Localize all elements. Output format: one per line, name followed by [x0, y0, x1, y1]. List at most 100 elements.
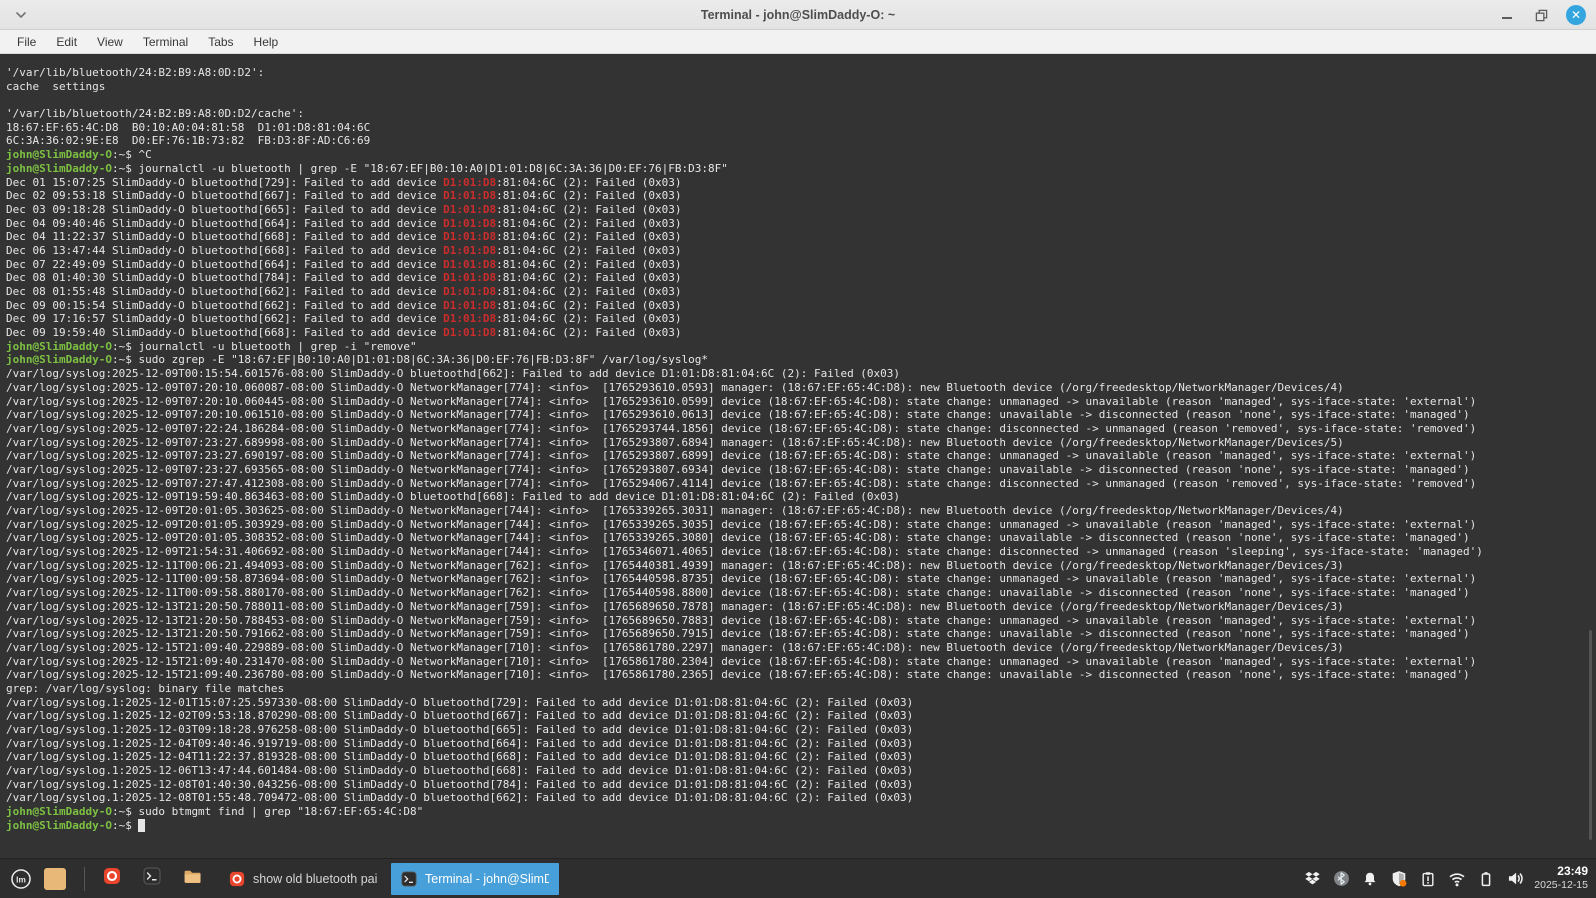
taskbar-window-label: Terminal - john@SlimDadd...: [425, 872, 549, 886]
terminal-line: Dec 02 09:53:18 SlimDaddy-O bluetoothd[6…: [6, 189, 1483, 203]
taskbar-window-label: show old bluetooth pairin...: [253, 872, 377, 886]
terminal-cursor: [138, 819, 145, 832]
menu-item-terminal[interactable]: Terminal: [134, 33, 197, 51]
terminal-line: /var/log/syslog.1:2025-12-03T09:18:28.97…: [6, 723, 1483, 737]
terminal-line: /var/log/syslog:2025-12-13T21:20:50.7884…: [6, 614, 1483, 628]
window-controls: ✕: [1498, 0, 1586, 30]
minimize-button[interactable]: [1498, 6, 1516, 24]
terminal-line: /var/log/syslog:2025-12-11T00:09:58.8736…: [6, 572, 1483, 586]
panel-separator: [84, 867, 85, 891]
menu-bar: FileEditViewTerminalTabsHelp: [0, 30, 1596, 54]
terminal-line: grep: /var/log/syslog: binary file match…: [6, 682, 1483, 696]
mint-logo-icon: lm: [10, 868, 32, 890]
file-manager-launcher-button[interactable]: [179, 866, 205, 892]
clock-time: 23:49: [1534, 864, 1588, 879]
terminal-line: john@SlimDaddy-O:~$ sudo zgrep -E "18:67…: [6, 353, 1483, 367]
terminal-line: Dec 01 15:07:25 SlimDaddy-O bluetoothd[7…: [6, 176, 1483, 190]
terminal-line: /var/log/syslog.1:2025-12-01T15:07:25.59…: [6, 696, 1483, 710]
restore-icon: [1535, 9, 1548, 22]
scrollbar[interactable]: [1589, 630, 1592, 840]
terminal-line: /var/log/syslog.1:2025-12-04T11:22:37.81…: [6, 750, 1483, 764]
clock-date: 2025-12-15: [1534, 879, 1588, 892]
terminal-line: Dec 08 01:40:30 SlimDaddy-O bluetoothd[7…: [6, 271, 1483, 285]
terminal-line: cache settings: [6, 80, 1483, 94]
terminal-line: /var/log/syslog:2025-12-09T07:23:27.6901…: [6, 449, 1483, 463]
terminal-line: '/var/lib/bluetooth/24:B2:B9:A8:0D:D2':: [6, 66, 1483, 80]
browser-icon: [229, 871, 245, 887]
battery-icon[interactable]: [1477, 870, 1495, 888]
notifications-bell-icon[interactable]: [1361, 870, 1379, 888]
terminal-line: Dec 09 17:16:57 SlimDaddy-O bluetoothd[6…: [6, 312, 1483, 326]
terminal-line: /var/log/syslog:2025-12-09T19:59:40.8634…: [6, 490, 1483, 504]
quick-launchers: [99, 866, 205, 892]
terminal-line: /var/log/syslog.1:2025-12-08T01:40:30.04…: [6, 778, 1483, 792]
terminal-line: john@SlimDaddy-O:~$: [6, 819, 1483, 833]
terminal-icon: [401, 871, 417, 887]
clock[interactable]: 23:49 2025-12-15: [1534, 864, 1588, 892]
terminal-line: /var/log/syslog:2025-12-09T07:20:10.0615…: [6, 408, 1483, 422]
menu-item-file[interactable]: File: [8, 33, 45, 51]
terminal-line: john@SlimDaddy-O:~$ sudo btmgmt find | g…: [6, 805, 1483, 819]
window-titlebar[interactable]: Terminal - john@SlimDaddy-O: ~ ✕: [0, 0, 1596, 30]
start-menu-button[interactable]: lm: [6, 864, 36, 894]
wifi-icon[interactable]: [1448, 870, 1466, 888]
terminal-line: /var/log/syslog:2025-12-09T07:22:24.1862…: [6, 422, 1483, 436]
terminal-line: /var/log/syslog:2025-12-09T20:01:05.3083…: [6, 531, 1483, 545]
desktop: Terminal - john@SlimDaddy-O: ~ ✕ FileEdi…: [0, 0, 1596, 898]
terminal-output: '/var/lib/bluetooth/24:B2:B9:A8:0D:D2':c…: [6, 66, 1483, 833]
terminal-line: Dec 04 11:22:37 SlimDaddy-O bluetoothd[6…: [6, 230, 1483, 244]
update-shield-icon[interactable]: [1390, 870, 1408, 888]
restore-button[interactable]: [1532, 6, 1550, 24]
terminal-line: /var/log/syslog:2025-12-09T07:27:47.4123…: [6, 477, 1483, 491]
show-desktop-button[interactable]: [44, 868, 66, 890]
terminal-line: /var/log/syslog:2025-12-09T07:20:10.0600…: [6, 381, 1483, 395]
terminal-viewport[interactable]: '/var/lib/bluetooth/24:B2:B9:A8:0D:D2':c…: [0, 54, 1596, 858]
clipboard-alert-icon[interactable]: [1419, 870, 1437, 888]
file-manager-launcher-icon: [183, 867, 202, 891]
terminal-line: /var/log/syslog:2025-12-09T00:15:54.6015…: [6, 367, 1483, 381]
terminal-line: Dec 03 09:18:28 SlimDaddy-O bluetoothd[6…: [6, 203, 1483, 217]
terminal-line: Dec 06 13:47:44 SlimDaddy-O bluetoothd[6…: [6, 244, 1483, 258]
taskbar-window-button[interactable]: Terminal - john@SlimDadd...: [391, 863, 559, 895]
terminal-launcher-button[interactable]: [139, 866, 165, 892]
terminal-line: /var/log/syslog:2025-12-15T21:09:40.2367…: [6, 668, 1483, 682]
menu-item-tabs[interactable]: Tabs: [199, 33, 242, 51]
terminal-line: john@SlimDaddy-O:~$ ^C: [6, 148, 1483, 162]
terminal-line: /var/log/syslog:2025-12-15T21:09:40.2298…: [6, 641, 1483, 655]
close-button[interactable]: ✕: [1566, 5, 1586, 25]
terminal-line: 18:67:EF:65:4C:D8 B0:10:A0:04:81:58 D1:0…: [6, 121, 1483, 135]
terminal-line: /var/log/syslog:2025-12-09T07:23:27.6935…: [6, 463, 1483, 477]
terminal-line: Dec 09 00:15:54 SlimDaddy-O bluetoothd[6…: [6, 299, 1483, 313]
terminal-line: Dec 09 19:59:40 SlimDaddy-O bluetoothd[6…: [6, 326, 1483, 340]
terminal-line: Dec 07 22:49:09 SlimDaddy-O bluetoothd[6…: [6, 258, 1483, 272]
terminal-line: 6C:3A:36:02:9E:E8 D0:EF:76:1B:73:82 FB:D…: [6, 134, 1483, 148]
terminal-line: /var/log/syslog:2025-12-09T07:20:10.0604…: [6, 395, 1483, 409]
terminal-line: /var/log/syslog.1:2025-12-08T01:55:48.70…: [6, 791, 1483, 805]
dropbox-icon[interactable]: [1303, 870, 1321, 888]
menu-item-view[interactable]: View: [88, 33, 132, 51]
terminal-line: /var/log/syslog:2025-12-09T07:23:27.6899…: [6, 436, 1483, 450]
taskbar-window-button[interactable]: show old bluetooth pairin...: [219, 863, 387, 895]
terminal-launcher-icon: [143, 867, 161, 890]
terminal-line: /var/log/syslog.1:2025-12-04T09:40:46.91…: [6, 737, 1483, 751]
volume-icon[interactable]: [1506, 870, 1524, 888]
terminal-line: /var/log/syslog:2025-12-09T20:01:05.3036…: [6, 504, 1483, 518]
terminal-line: /var/log/syslog:2025-12-09T20:01:05.3039…: [6, 518, 1483, 532]
terminal-line: /var/log/syslog:2025-12-11T00:06:21.4940…: [6, 559, 1483, 573]
svg-text:lm: lm: [16, 875, 26, 884]
terminal-line: /var/log/syslog:2025-12-13T21:20:50.7916…: [6, 627, 1483, 641]
window-title: Terminal - john@SlimDaddy-O: ~: [0, 0, 1596, 30]
taskbar: lm show old bluetooth pairin... Terminal …: [0, 858, 1596, 898]
menu-item-help[interactable]: Help: [245, 33, 288, 51]
close-icon: ✕: [1571, 9, 1581, 21]
browser-launcher-icon: [103, 867, 121, 890]
minimize-icon: [1502, 17, 1512, 19]
terminal-line: john@SlimDaddy-O:~$ journalctl -u blueto…: [6, 340, 1483, 354]
terminal-line: '/var/lib/bluetooth/24:B2:B9:A8:0D:D2/ca…: [6, 107, 1483, 121]
bluetooth-icon[interactable]: [1332, 870, 1350, 888]
menu-item-edit[interactable]: Edit: [47, 33, 86, 51]
terminal-line: /var/log/syslog.1:2025-12-02T09:53:18.87…: [6, 709, 1483, 723]
browser-launcher-button[interactable]: [99, 866, 125, 892]
terminal-line: /var/log/syslog.1:2025-12-06T13:47:44.60…: [6, 764, 1483, 778]
terminal-line: [6, 93, 1483, 107]
